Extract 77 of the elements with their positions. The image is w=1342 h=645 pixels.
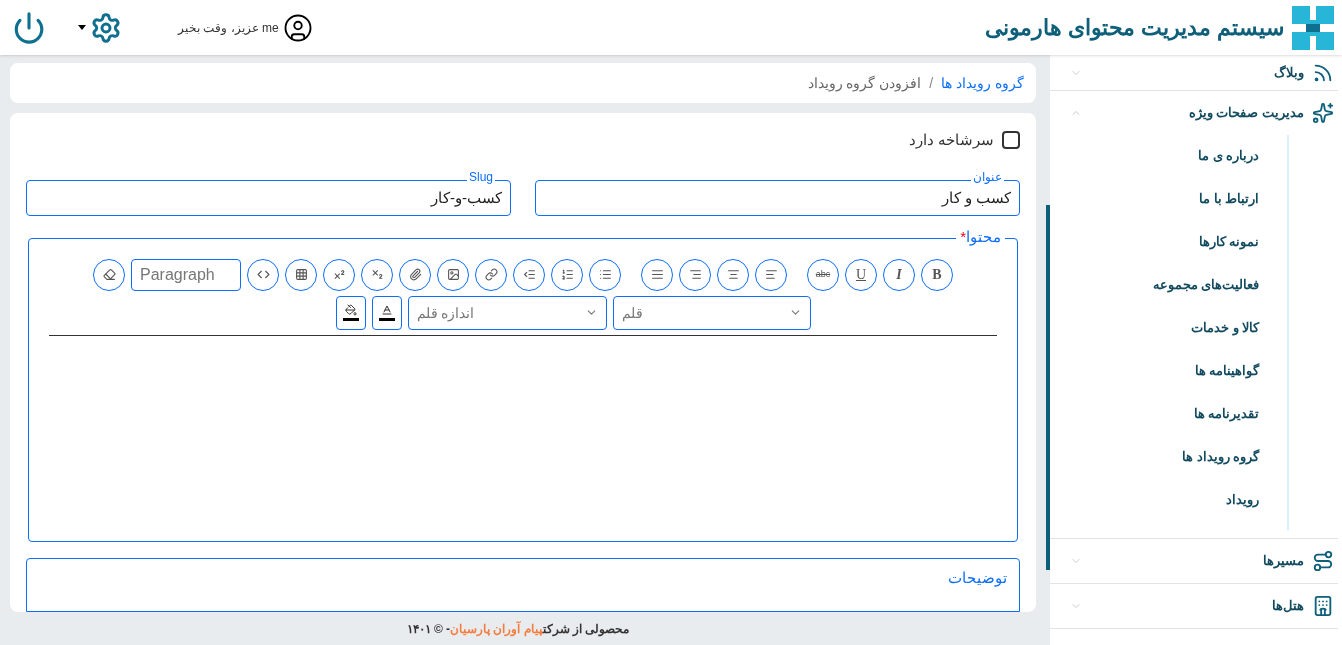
settings-icon	[90, 11, 122, 44]
attach-button[interactable]	[399, 258, 431, 291]
subscript-button[interactable]	[361, 258, 393, 291]
justify-button[interactable]	[641, 258, 673, 291]
align-center-icon	[726, 268, 740, 281]
breadcrumb-separator: /	[929, 73, 934, 93]
field-label: Slug	[466, 170, 495, 183]
eraser-button[interactable]	[93, 258, 125, 291]
align-right-icon	[688, 268, 702, 281]
submenu-item[interactable]: ارتباط با ما	[1199, 190, 1259, 209]
align-left-icon	[764, 268, 778, 281]
font-select[interactable]: قلم	[612, 295, 811, 330]
table-grid-icon	[294, 268, 308, 281]
align-right-button[interactable]	[679, 258, 711, 291]
subscript-icon	[370, 268, 384, 281]
sidebar-item[interactable]: وبلاگ	[1050, 55, 1338, 90]
superscript-button[interactable]	[323, 258, 355, 291]
scrollbar-thumb[interactable]	[1046, 205, 1050, 570]
sparkles-icon	[1312, 102, 1334, 124]
numbered-list-button[interactable]	[551, 258, 583, 291]
align-left-button[interactable]	[755, 258, 787, 291]
submenu-item[interactable]: گواهینامه ها	[1194, 362, 1259, 381]
align-justify-icon	[650, 268, 664, 281]
logo-icon	[1292, 5, 1334, 50]
app-title: سیستم مدیریت محتوای هارمونی	[984, 14, 1284, 43]
outdent-button[interactable]	[513, 258, 545, 291]
editor-label: محتوا*	[956, 228, 1005, 244]
underline-button[interactable]: U	[845, 258, 877, 291]
submenu-item[interactable]: رویداد	[1226, 491, 1259, 510]
sidebar-item[interactable]: مسیرها	[1050, 539, 1338, 583]
description-field-label: توضیحات	[948, 568, 1007, 586]
bold-button[interactable]: B	[921, 258, 953, 291]
footer-text: محصولی از شرکتپیام آوران پارسیان- © ۱۴۰۱	[406, 620, 630, 638]
breadcrumb-link[interactable]: گروه رویداد ها	[941, 72, 1024, 94]
outdent-icon	[522, 268, 536, 281]
image-icon	[446, 268, 460, 281]
caret-icon	[78, 25, 86, 30]
submenu-item[interactable]: فعالیت‌های مجموعه	[1152, 276, 1259, 295]
paperclip-icon	[408, 268, 422, 281]
submenu-item[interactable]: گروه رویداد ها	[1182, 448, 1259, 467]
submenu-item[interactable]: نمونه کارها	[1198, 233, 1259, 252]
link-icon	[484, 268, 498, 281]
power-button[interactable]	[12, 10, 46, 45]
fill-color-button[interactable]	[335, 295, 366, 330]
bullet-list-icon	[598, 268, 612, 281]
sidebar-item[interactable]: هتل‌ها	[1050, 584, 1338, 628]
building-icon	[1312, 595, 1334, 617]
checkbox-label: سرشاخه دارد	[908, 130, 994, 151]
settings-button[interactable]	[78, 11, 122, 44]
greeting-text: me عزیز، وقت بخیر	[178, 19, 279, 36]
submenu-item[interactable]: درباره ی ما	[1198, 147, 1259, 166]
eraser-icon	[102, 268, 116, 281]
bullet-list-button[interactable]	[589, 258, 621, 291]
submenu-item[interactable]: تقدیرنامه ها	[1193, 405, 1259, 424]
format-select[interactable]: Paragraph	[131, 258, 241, 291]
numbered-list-icon	[560, 268, 574, 281]
strike-button[interactable]: abc	[807, 258, 839, 291]
text-color-button[interactable]	[371, 295, 402, 330]
link-button[interactable]	[475, 258, 507, 291]
submenu-item[interactable]: کالا و خدمات	[1191, 319, 1259, 338]
power-icon	[12, 10, 46, 45]
align-center-button[interactable]	[717, 258, 749, 291]
field-label: عنوان	[971, 170, 1004, 183]
user-avatar-icon	[282, 12, 313, 43]
route-icon	[1312, 550, 1334, 572]
sidebar-item[interactable]: مدیریت صفحات ویژه	[1050, 91, 1338, 135]
font-color-icon	[380, 304, 393, 316]
image-button[interactable]	[437, 258, 469, 291]
breadcrumb-current: افزودن گروه رویداد	[807, 73, 922, 94]
checkbox[interactable]	[1002, 131, 1020, 150]
font-size-select[interactable]: اندازه قلم	[407, 295, 607, 330]
italic-button[interactable]: I	[883, 258, 915, 291]
code-icon	[256, 268, 270, 281]
superscript-icon	[332, 268, 346, 281]
table-button[interactable]	[285, 258, 317, 291]
paint-bucket-icon	[344, 304, 357, 316]
code-button[interactable]	[247, 258, 279, 291]
